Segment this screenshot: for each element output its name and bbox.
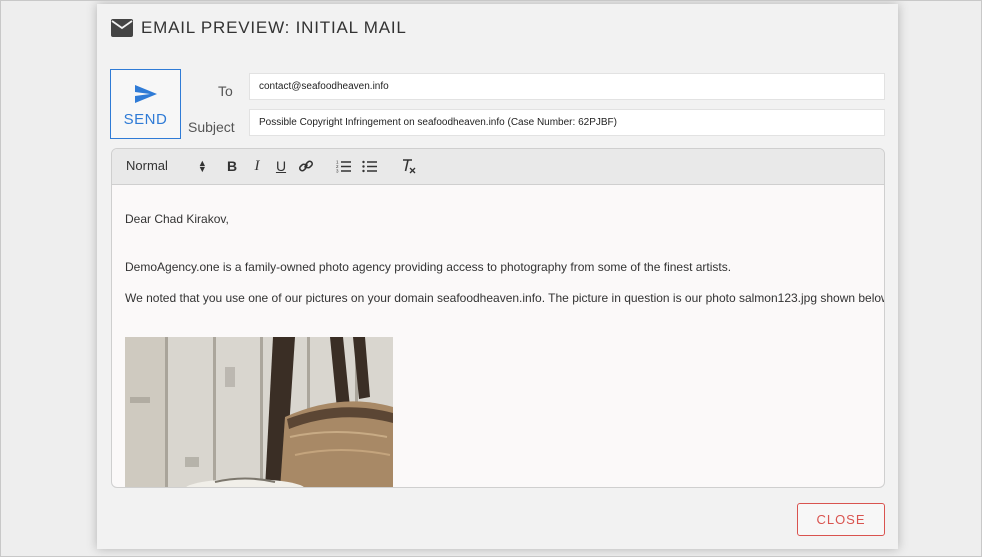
- embedded-photo: [125, 337, 393, 487]
- email-preview-dialog: EMAIL PREVIEW: INITIAL MAIL SEND To Subj…: [97, 4, 898, 549]
- email-paragraph: We noted that you use one of our picture…: [125, 291, 885, 305]
- to-label: To: [218, 83, 233, 99]
- dialog-title: EMAIL PREVIEW: INITIAL MAIL: [141, 18, 407, 37]
- underline-button[interactable]: U: [272, 157, 290, 175]
- select-arrows-icon: ▲ ▼: [197, 157, 207, 174]
- to-field[interactable]: contact@seafoodheaven.info: [249, 73, 885, 100]
- email-body-content[interactable]: Dear Chad Kirakov, DemoAgency.one is a f…: [125, 185, 884, 487]
- format-select[interactable]: Normal ▲ ▼: [126, 158, 207, 173]
- format-select-value: Normal: [126, 158, 168, 173]
- ordered-list-icon[interactable]: 1 2 3: [335, 157, 353, 175]
- bold-button[interactable]: B: [223, 157, 241, 175]
- dialog-header: EMAIL PREVIEW: INITIAL MAIL: [111, 16, 407, 40]
- link-icon[interactable]: [297, 157, 315, 175]
- close-button[interactable]: CLOSE: [797, 503, 885, 536]
- paper-plane-icon: [134, 84, 158, 104]
- svg-text:3: 3: [336, 169, 339, 174]
- email-greeting: Dear Chad Kirakov,: [125, 212, 229, 226]
- clear-format-icon[interactable]: [399, 157, 417, 175]
- email-paragraph: DemoAgency.one is a family-owned photo a…: [125, 260, 732, 274]
- send-button[interactable]: SEND: [110, 69, 181, 139]
- bullet-list-icon[interactable]: [361, 157, 379, 175]
- email-body-editor[interactable]: Normal ▲ ▼ B I U 1 2 3 Dear Chad Kirakov…: [111, 148, 885, 488]
- subject-field[interactable]: Possible Copyright Infringement on seafo…: [249, 109, 885, 136]
- italic-button[interactable]: I: [248, 157, 266, 175]
- subject-label: Subject: [188, 119, 235, 135]
- envelope-icon: [111, 19, 133, 37]
- send-label: SEND: [123, 111, 168, 128]
- editor-toolbar: Normal ▲ ▼ B I U 1 2 3: [112, 149, 884, 185]
